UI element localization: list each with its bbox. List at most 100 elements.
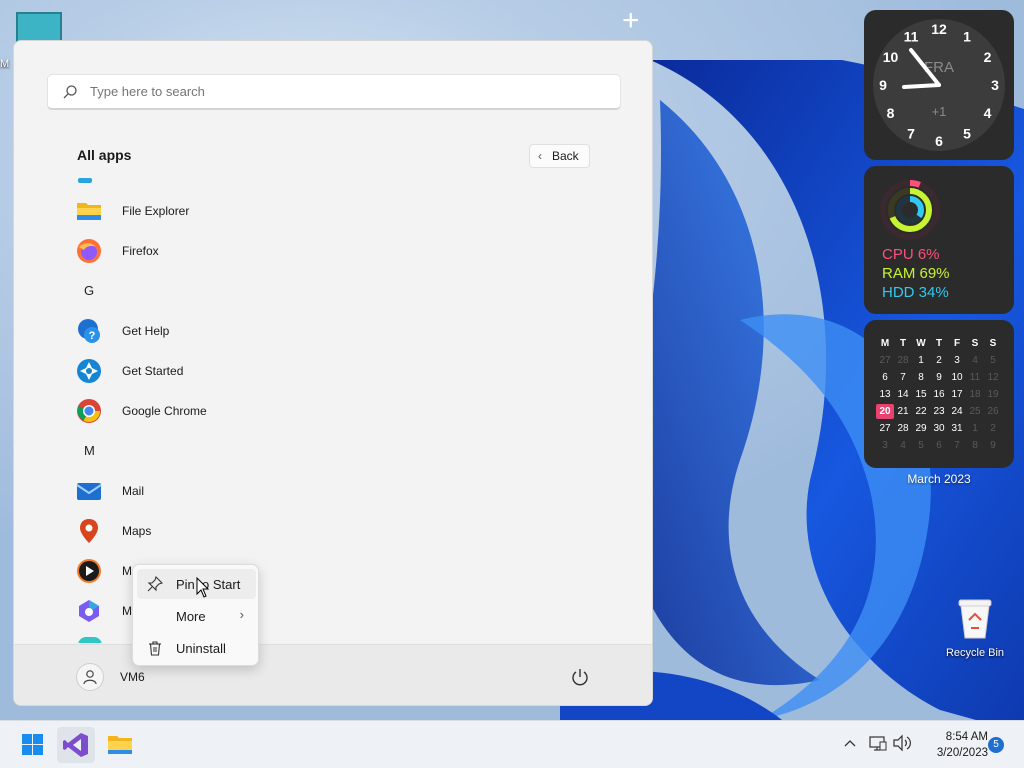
calendar-day[interactable]: 24 <box>948 404 966 419</box>
calendar-day[interactable]: 15 <box>912 387 930 402</box>
calendar-day[interactable]: 29 <box>912 421 930 436</box>
calendar-day[interactable]: 21 <box>894 404 912 419</box>
visual-studio-button[interactable] <box>57 727 95 763</box>
calendar-day[interactable]: 8 <box>966 438 984 453</box>
app-label: Mail <box>122 484 145 498</box>
calendar-day[interactable]: 1 <box>912 353 930 368</box>
search-box[interactable] <box>47 74 621 110</box>
calendar-day[interactable]: 27 <box>876 353 894 368</box>
start-button[interactable] <box>13 727 51 763</box>
app-item-google-chrome[interactable]: Google Chrome <box>64 391 624 431</box>
app-item-firefox[interactable]: Firefox <box>64 231 624 271</box>
desktop-shortcut-label: M <box>0 58 10 70</box>
maps-icon <box>80 519 98 543</box>
calendar-day[interactable]: 4 <box>966 353 984 368</box>
calendar-day[interactable]: 8 <box>912 370 930 385</box>
taskbar-clock[interactable]: 8:54 AM 3/20/2023 <box>918 729 988 761</box>
app-label: Maps <box>122 524 152 538</box>
chevron-left-icon: ‹ <box>538 149 542 163</box>
calendar-day[interactable]: 31 <box>948 421 966 436</box>
calendar-day[interactable]: 12 <box>984 370 1002 385</box>
calendar-day[interactable]: 2 <box>984 421 1002 436</box>
calendar-day[interactable]: 3 <box>948 353 966 368</box>
calendar-day[interactable]: 19 <box>984 387 1002 402</box>
calendar-day[interactable]: 10 <box>948 370 966 385</box>
calendar-day[interactable]: 5 <box>912 438 930 453</box>
calendar-day[interactable]: 16 <box>930 387 948 402</box>
back-button[interactable]: ‹ Back <box>529 144 590 168</box>
app-label: Get Help <box>122 324 170 338</box>
clock-numeral: 11 <box>904 29 919 45</box>
get-started-icon <box>77 359 101 383</box>
calendar-day[interactable]: 3 <box>876 438 894 453</box>
calendar-day[interactable]: 14 <box>894 387 912 402</box>
power-icon[interactable] <box>570 667 590 687</box>
back-label: Back <box>552 149 579 163</box>
calendar-day[interactable]: 9 <box>930 370 948 385</box>
calendar-day[interactable]: 22 <box>912 404 930 419</box>
calendar-day[interactable]: 23 <box>930 404 948 419</box>
calendar-day[interactable]: 28 <box>894 353 912 368</box>
app-item-maps[interactable]: Maps <box>64 511 624 551</box>
volume-icon[interactable] <box>892 733 912 753</box>
more-item[interactable]: More › <box>137 601 256 631</box>
partial-app-icon <box>78 637 102 643</box>
app-item-mail[interactable]: Mail <box>64 471 624 511</box>
partial-app-icon <box>78 178 92 183</box>
search-input[interactable] <box>90 84 590 99</box>
calendar-day[interactable]: 5 <box>984 353 1002 368</box>
calendar-day[interactable]: 7 <box>894 370 912 385</box>
calendar-day[interactable]: 25 <box>966 404 984 419</box>
calendar-weekday: T <box>935 338 943 349</box>
calendar-day[interactable]: 28 <box>894 421 912 436</box>
windows-logo-icon <box>22 734 43 755</box>
clock-widget[interactable]: FRA +1 12 1 2 3 4 5 6 7 8 9 10 11 <box>864 10 1014 160</box>
recycle-bin[interactable]: Recycle Bin <box>940 596 1010 659</box>
user-account-button[interactable]: VM6 <box>76 663 145 691</box>
app-item-get-started[interactable]: Get Started <box>64 351 624 391</box>
chrome-icon <box>77 399 101 423</box>
calendar-grid: M T W T F S S 27 28 1 2 3 4 5 6 7 8 9 10 11 12 13 14 15 16 17 18 19… <box>876 336 1004 453</box>
taskbar: 8:54 AM 3/20/2023 5 <box>0 720 1024 768</box>
app-item-file-explorer[interactable]: File Explorer <box>64 191 624 231</box>
chevron-up-icon[interactable] <box>842 733 858 753</box>
clock-numeral: 8 <box>887 105 895 121</box>
calendar-day[interactable]: 2 <box>930 353 948 368</box>
media-player-icon <box>77 559 101 583</box>
app-label: Google Chrome <box>122 404 207 418</box>
calendar-day[interactable]: 4 <box>894 438 912 453</box>
calendar-day[interactable]: 18 <box>966 387 984 402</box>
calendar-day[interactable]: 17 <box>948 387 966 402</box>
calendar-day[interactable]: 30 <box>930 421 948 436</box>
calendar-day[interactable]: 11 <box>966 370 984 385</box>
calendar-day[interactable]: 26 <box>984 404 1002 419</box>
calendar-day[interactable]: 7 <box>948 438 966 453</box>
app-label: M <box>122 564 132 578</box>
calendar-day[interactable]: 27 <box>876 421 894 436</box>
letter-header-g[interactable]: G <box>84 283 94 298</box>
file-explorer-taskbar-button[interactable] <box>101 727 139 763</box>
app-item-get-help[interactable]: ? Get Help <box>64 311 624 351</box>
calendar-day[interactable]: 13 <box>876 387 894 402</box>
network-icon[interactable] <box>868 733 888 753</box>
get-help-icon: ? <box>78 319 100 343</box>
taskbar-time: 8:54 AM <box>945 731 988 743</box>
chevron-right-icon: › <box>239 607 244 622</box>
uninstall-item[interactable]: Uninstall <box>137 633 256 663</box>
start-footer: VM6 <box>14 644 652 705</box>
start-menu: All apps ‹ Back File Explorer Firefox G <box>13 40 653 706</box>
letter-header-m[interactable]: M <box>84 443 95 458</box>
clock-numeral: 1 <box>963 29 971 45</box>
add-widget-icon[interactable]: + <box>622 4 640 38</box>
cpu-usage: CPU 6% <box>882 246 940 263</box>
calendar-widget[interactable]: M T W T F S S 27 28 1 2 3 4 5 6 7 8 9 10 11 12 13 14 15 16 17 18 19… <box>864 320 1014 468</box>
notification-badge[interactable]: 5 <box>988 737 1004 753</box>
calendar-day[interactable]: 1 <box>966 421 984 436</box>
system-meter-widget[interactable]: CPU 6% RAM 69% HDD 34% <box>864 166 1014 314</box>
calendar-day[interactable]: 9 <box>984 438 1002 453</box>
calendar-day[interactable]: 20 <box>876 404 894 419</box>
user-icon <box>83 670 97 685</box>
clock-numeral: 3 <box>991 77 999 93</box>
calendar-day[interactable]: 6 <box>930 438 948 453</box>
calendar-day[interactable]: 6 <box>876 370 894 385</box>
